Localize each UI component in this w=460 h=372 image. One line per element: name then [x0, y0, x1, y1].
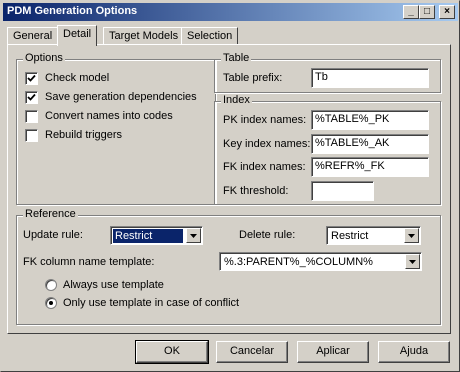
radio-selected-dot — [49, 301, 53, 305]
rebuild-triggers-checkbox[interactable] — [25, 129, 38, 142]
checkmark-icon — [27, 74, 36, 82]
table-group-title: Table — [221, 52, 252, 64]
ok-button-label: OK — [164, 345, 180, 357]
save-dependencies-label[interactable]: Save generation dependencies — [45, 91, 197, 103]
save-dependencies-checkbox[interactable] — [25, 91, 38, 104]
fk-threshold-input[interactable] — [311, 181, 374, 201]
tab-selection[interactable]: Selection — [181, 27, 239, 45]
maximize-icon: □ — [423, 6, 431, 17]
ok-button[interactable]: OK — [135, 340, 209, 364]
pk-index-input[interactable]: %TABLE%_PK — [311, 110, 429, 130]
chevron-down-icon — [409, 260, 416, 264]
rebuild-triggers-label[interactable]: Rebuild triggers — [45, 129, 122, 141]
conflict-template-label[interactable]: Only use template in case of conflict — [63, 297, 239, 309]
close-button[interactable]: × — [439, 5, 455, 19]
fk-template-select[interactable]: %.3:PARENT%_%COLUMN% — [219, 252, 422, 271]
fk-template-value: %.3:PARENT%_%COLUMN% — [224, 256, 373, 268]
update-rule-dropdown-button[interactable] — [186, 228, 201, 243]
minimize-icon: _ — [408, 6, 414, 17]
table-group: Table Table prefix: Tb — [214, 52, 441, 93]
tab-detail-label: Detail — [63, 28, 92, 40]
reference-group: Reference Update rule: Restrict Delete r… — [16, 208, 441, 325]
apply-button-label: Aplicar — [316, 345, 350, 357]
delete-rule-label: Delete rule: — [239, 229, 296, 241]
always-template-radio[interactable] — [45, 279, 57, 291]
update-rule-select[interactable]: Restrict — [110, 226, 203, 245]
update-rule-label: Update rule: — [23, 229, 83, 241]
window-title: PDM Generation Options — [7, 5, 138, 17]
tab-selection-label: Selection — [187, 30, 233, 42]
always-template-label[interactable]: Always use template — [63, 279, 164, 291]
apply-button[interactable]: Aplicar — [297, 341, 369, 363]
conflict-template-radio[interactable] — [45, 297, 57, 309]
check-model-checkbox[interactable] — [25, 72, 38, 85]
tab-general-label: General — [13, 30, 53, 42]
fk-threshold-label: FK threshold: — [223, 185, 289, 197]
convert-names-label[interactable]: Convert names into codes — [45, 110, 173, 122]
tab-target-models-label: Target Models — [109, 30, 179, 42]
table-prefix-input[interactable]: Tb — [311, 68, 429, 88]
tab-detail[interactable]: Detail — [57, 25, 98, 46]
pk-index-label: PK index names: — [223, 114, 307, 126]
chevron-down-icon — [190, 234, 197, 238]
help-button[interactable]: Ajuda — [378, 341, 450, 363]
maximize-button[interactable]: □ — [419, 5, 435, 19]
title-bar[interactable]: PDM Generation Options _ □ × — [3, 3, 458, 21]
delete-rule-select[interactable]: Restrict — [326, 226, 421, 245]
options-group-title: Options — [23, 52, 65, 64]
help-button-label: Ajuda — [399, 345, 429, 357]
fk-index-input[interactable]: %REFR%_FK — [311, 157, 429, 177]
cancel-button[interactable]: Cancelar — [216, 341, 288, 363]
check-model-label[interactable]: Check model — [45, 72, 109, 84]
index-group-title: Index — [221, 94, 252, 106]
key-index-label: Key index names: — [223, 138, 311, 150]
delete-rule-dropdown-button[interactable] — [404, 228, 419, 243]
fk-template-dropdown-button[interactable] — [405, 254, 420, 269]
delete-rule-value: Restrict — [331, 230, 369, 242]
checkmark-icon — [27, 93, 36, 101]
tab-general[interactable]: General — [7, 27, 59, 45]
chevron-down-icon — [408, 234, 415, 238]
fk-index-label: FK index names: — [223, 161, 306, 173]
tab-target-models[interactable]: Target Models — [103, 27, 185, 45]
index-group: Index PK index names: %TABLE%_PK Key ind… — [214, 94, 441, 205]
key-index-input[interactable]: %TABLE%_AK — [311, 134, 429, 154]
update-rule-value: Restrict — [113, 229, 183, 243]
close-icon: × — [444, 6, 450, 17]
cancel-button-label: Cancelar — [229, 345, 275, 357]
reference-group-title: Reference — [23, 208, 78, 220]
options-group: Options Check model Save generation depe… — [16, 52, 216, 205]
minimize-button[interactable]: _ — [403, 5, 419, 19]
dialog-window: PDM Generation Options _ □ × General Det… — [0, 0, 460, 372]
convert-names-checkbox[interactable] — [25, 110, 38, 123]
detail-tab-panel: Options Check model Save generation depe… — [7, 44, 451, 334]
table-prefix-label: Table prefix: — [223, 72, 283, 84]
fk-template-label: FK column name template: — [23, 256, 155, 268]
